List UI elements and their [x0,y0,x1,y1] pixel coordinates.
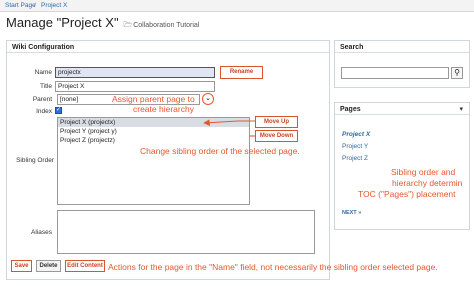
annotation-arrows [203,119,255,137]
move-up-arrow [203,119,239,126]
